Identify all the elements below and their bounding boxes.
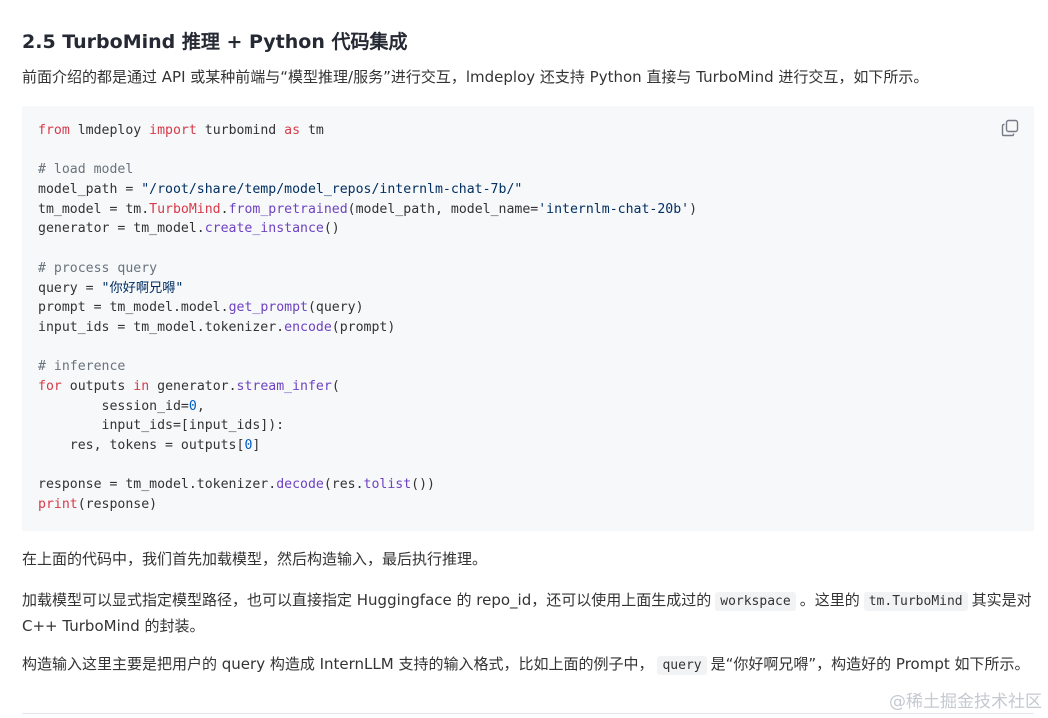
code-line: prompt = tm_model.model.get_prompt(query…: [38, 298, 697, 318]
code-token: input_ids = tm_model.tokenizer.: [38, 319, 285, 335]
code-token: tolist: [363, 477, 412, 493]
code-line: tm_model = tm.TurboMind.from_pretrained(…: [38, 200, 697, 220]
code-token: prompt = tm_model.model.: [38, 300, 229, 316]
code-line: from lmdeploy import turbomind as tm: [38, 121, 697, 141]
code-token: (): [323, 221, 340, 237]
code-token: 'internlm-chat-20b': [538, 201, 690, 217]
code-token: # load model: [38, 162, 134, 178]
code-lines: from lmdeploy import turbomind as tm # l…: [38, 121, 697, 515]
copy-icon[interactable]: [1001, 119, 1019, 137]
code-token: turbomind: [196, 123, 285, 138]
code-token: for: [38, 378, 62, 394]
code-line: # inference: [38, 357, 697, 377]
code-token: session_id=: [38, 398, 189, 414]
code-token: ]: [252, 438, 261, 453]
code-token: print: [38, 497, 78, 513]
code-token: outputs: [61, 378, 134, 394]
code-token: generator = tm_model.: [38, 221, 205, 237]
code-token: res, tokens = outputs[: [38, 438, 245, 453]
paragraph-text: 构造输入这里主要是把用户的 query 构造成 InternLLM 支持的输入格…: [22, 655, 654, 673]
code-line: input_ids = tm_model.tokenizer.encode(pr…: [38, 318, 697, 338]
code-token: # inference: [38, 359, 126, 375]
code-token: # process query: [38, 260, 158, 276]
code-token: decode: [276, 477, 324, 493]
code-token: stream_infer: [236, 378, 332, 394]
code-line: response = tm_model.tokenizer.decode(res…: [38, 475, 697, 495]
code-token: ,: [196, 398, 205, 414]
code-token: (response): [77, 497, 158, 513]
code-token: get_prompt: [228, 300, 308, 316]
explanation-paragraph: 在上面的代码中，我们首先加载模型，然后构造输入，最后执行推理。: [22, 550, 488, 568]
code-token: (model_path, model_name=: [347, 201, 539, 217]
code-line: print(response): [38, 495, 697, 515]
code-token: encode: [284, 319, 332, 335]
code-token: .: [220, 201, 229, 217]
code-line: query = "你好啊兄嘚": [38, 279, 697, 299]
code-block: from lmdeploy import turbomind as tm # l…: [22, 106, 1034, 531]
model-loading-paragraph: 加载模型可以显式指定模型路径，也可以直接指定 Huggingface 的 rep…: [22, 588, 1032, 639]
code-line: res, tokens = outputs[0]: [38, 436, 697, 456]
code-token: tm_model = tm.: [38, 201, 150, 217]
code-token: response = tm_model.tokenizer.: [38, 477, 277, 493]
inline-code-workspace: workspace: [715, 592, 796, 611]
code-token: ): [689, 201, 698, 217]
code-token: (query): [307, 300, 364, 316]
code-token: query =: [38, 280, 102, 296]
paragraph-text: 是“你好啊兄嘚”，构造好的 Prompt 如下所示。: [710, 655, 1030, 673]
code-token: as: [284, 123, 301, 138]
code-token: generator.: [149, 378, 237, 394]
section-heading: 2.5 TurboMind 推理 + Python 代码集成: [22, 31, 408, 53]
code-line: # load model: [38, 160, 697, 180]
intro-paragraph: 前面介绍的都是通过 API 或某种前端与“模型推理/服务”进行交互，lmdepl…: [22, 68, 929, 86]
divider: [22, 713, 1034, 714]
code-token: (prompt): [331, 319, 396, 335]
code-token: (: [331, 378, 340, 394]
code-token: input_ids=[input_ids]):: [38, 418, 285, 434]
code-token: from: [38, 123, 70, 138]
code-token: in: [133, 378, 150, 394]
inline-code-tm-turbomind: tm.TurboMind: [863, 592, 968, 611]
code-token: create_instance: [204, 221, 324, 237]
watermark: @稀土掘金技术社区: [889, 692, 1042, 712]
code-line: generator = tm_model.create_instance(): [38, 219, 697, 239]
code-line: model_path = "/root/share/temp/model_rep…: [38, 180, 697, 200]
input-construction-paragraph: 构造输入这里主要是把用户的 query 构造成 InternLLM 支持的输入格…: [22, 652, 1032, 678]
code-token: "/root/share/temp/model_repos/internlm-c…: [141, 182, 523, 198]
code-token: (res.: [323, 477, 364, 493]
code-token: ()): [411, 477, 435, 493]
code-token: import: [149, 123, 197, 138]
paragraph-text: 。这里的: [799, 591, 860, 609]
code-line: session_id=0,: [38, 397, 697, 417]
code-line: for outputs in generator.stream_infer(: [38, 377, 697, 397]
inline-code-query: query: [657, 656, 707, 675]
code-token: 0: [188, 398, 197, 414]
code-token: tm: [300, 123, 324, 138]
code-token: from_pretrained: [228, 201, 348, 217]
paragraph-text: 加载模型可以显式指定模型路径，也可以直接指定 Huggingface 的 rep…: [22, 591, 712, 609]
code-line: # process query: [38, 259, 697, 279]
code-token: model_path =: [38, 182, 142, 198]
code-token: lmdeploy: [69, 123, 150, 138]
code-token: TurboMind: [149, 201, 221, 217]
code-line: input_ids=[input_ids]):: [38, 416, 697, 436]
code-token: "你好啊兄嘚": [101, 280, 184, 296]
